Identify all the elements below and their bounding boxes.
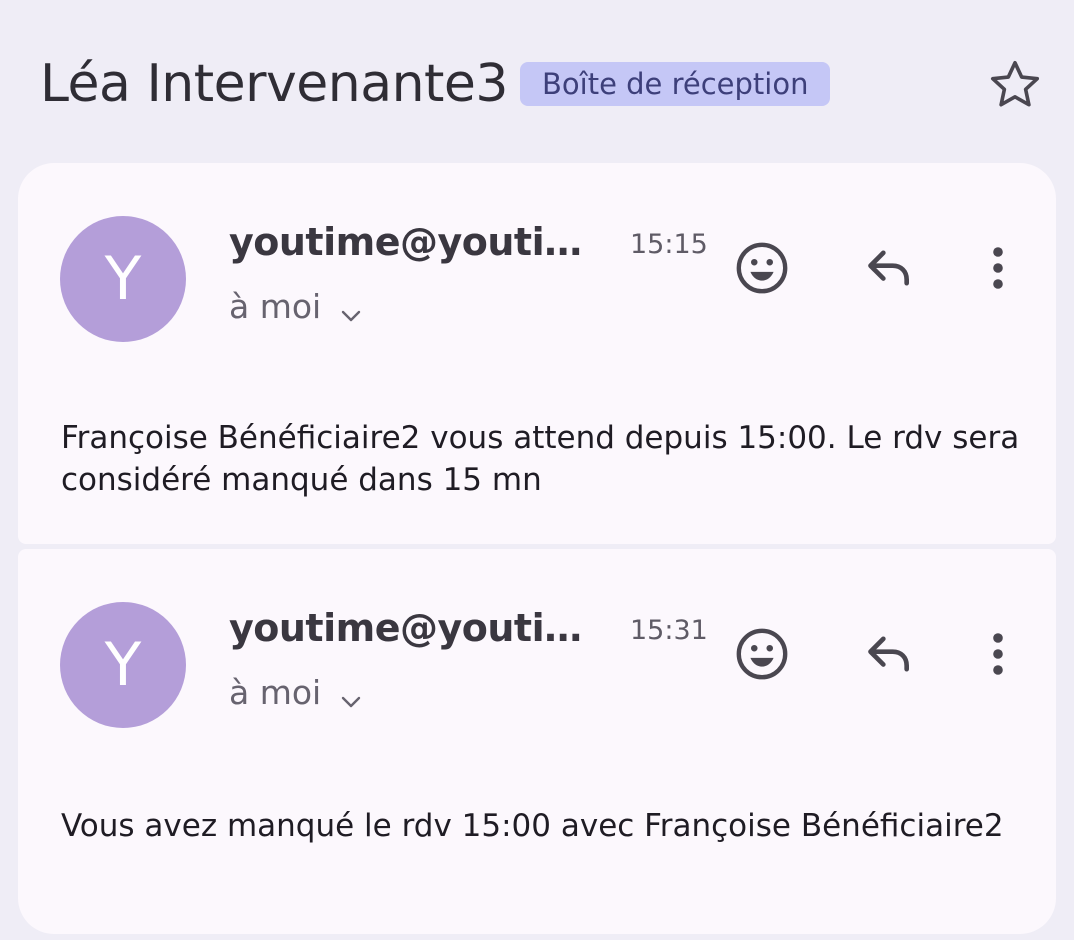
thread-header: Léa Intervenante3 Boîte de réception [0, 0, 1074, 160]
emoji-reaction-icon[interactable] [730, 236, 794, 300]
sender-email[interactable]: youtime@youtime.fr [229, 218, 621, 266]
message-body: Françoise Bénéficiaire2 vous attend depu… [61, 420, 1020, 498]
chevron-down-icon [339, 681, 363, 708]
emoji-reaction-icon[interactable] [730, 622, 794, 686]
inbox-label-chip[interactable]: Boîte de réception [520, 62, 831, 106]
message-card[interactable]: Y youtime@youtime.fr 15:31 à moi Vous av… [18, 549, 1056, 934]
recipient-details-toggle[interactable]: à moi [229, 285, 363, 329]
more-options-icon[interactable] [966, 622, 1030, 686]
reply-icon[interactable] [856, 622, 920, 686]
sender-avatar[interactable]: Y [60, 216, 186, 342]
message-time: 15:31 [630, 615, 708, 646]
star-icon[interactable] [986, 56, 1044, 114]
message-card[interactable]: Y youtime@youtime.fr 15:15 à moi Françoi… [18, 163, 1056, 544]
recipient-details-toggle[interactable]: à moi [229, 671, 363, 715]
sender-avatar[interactable]: Y [60, 602, 186, 728]
message-body: Vous avez manqué le rdv 15:00 avec Franç… [61, 808, 1004, 844]
reply-icon[interactable] [856, 236, 920, 300]
recipient-label: à moi [229, 287, 322, 326]
message-time: 15:15 [630, 229, 708, 260]
more-options-icon[interactable] [966, 236, 1030, 300]
recipient-label: à moi [229, 673, 322, 712]
sender-email[interactable]: youtime@youtime.fr [229, 604, 621, 652]
chevron-down-icon [339, 295, 363, 322]
thread-title: Léa Intervenante3 [40, 54, 509, 114]
